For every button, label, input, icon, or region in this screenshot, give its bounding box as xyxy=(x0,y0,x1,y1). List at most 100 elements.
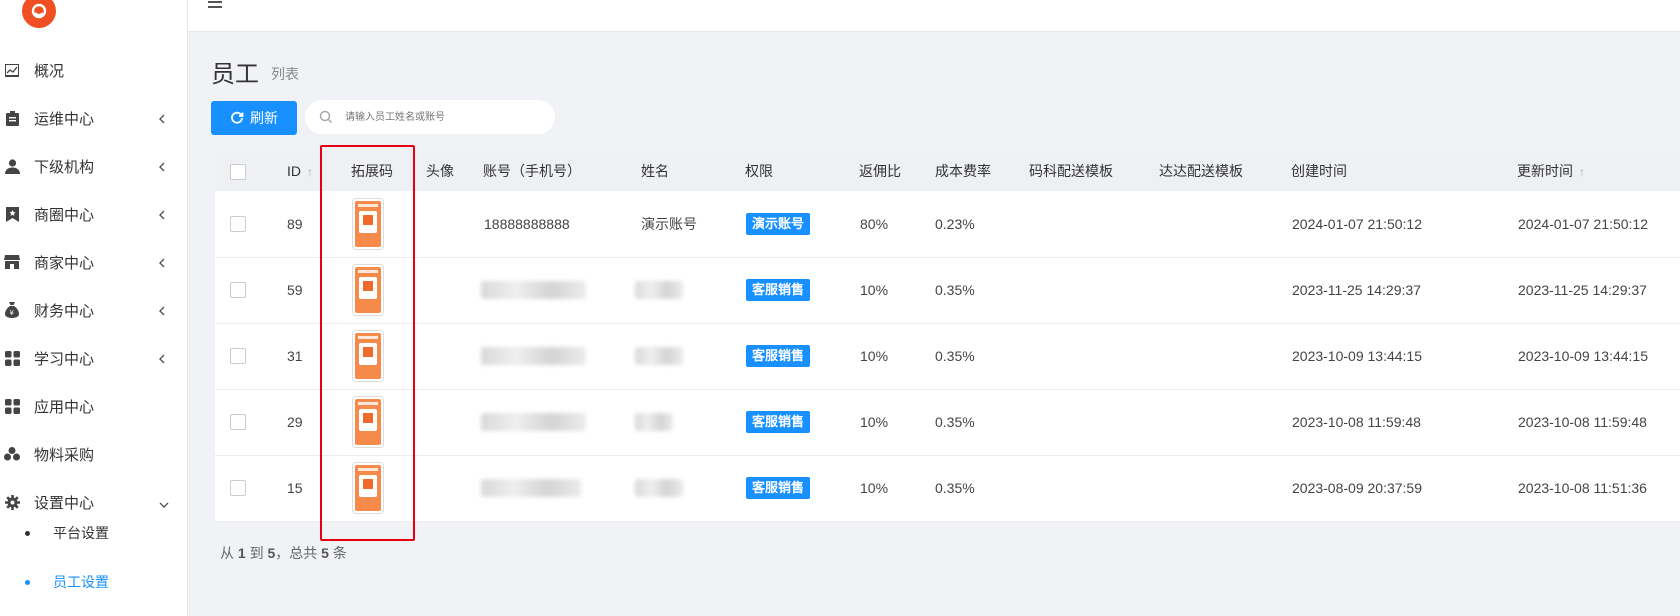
logo[interactable] xyxy=(22,0,56,28)
bullet-dot xyxy=(25,579,30,585)
chevron-left-icon xyxy=(156,112,168,124)
page-subtitle: 列表 xyxy=(271,66,299,82)
clipboard-icon xyxy=(4,110,20,126)
blurred-account xyxy=(481,281,586,299)
blurred-name xyxy=(635,281,683,299)
role-badge: 客服销售 xyxy=(746,411,811,433)
sidebar-item-3[interactable]: 商圈中心 xyxy=(0,194,187,234)
cell-id: 29 xyxy=(287,414,303,430)
sidebar-item-label: 物料采购 xyxy=(34,446,95,464)
sidebar-subitem-0[interactable]: 平台设置 xyxy=(0,515,187,551)
money-bag-icon: ¥ xyxy=(4,302,20,318)
table-header: ID ↑ 拓展码 头像 账号（手机号） 姓名 权限 返佣比 成本费率 码科配送模板… xyxy=(215,151,1680,191)
sidebar-item-7[interactable]: 应用中心 xyxy=(0,386,187,426)
table-row: 59 客服销售 10% 0.35% 2023-11-25 14:29:37 2023-11… xyxy=(215,257,1680,324)
user-icon xyxy=(4,158,20,174)
store-icon xyxy=(4,254,20,270)
blurred-account xyxy=(481,413,586,431)
sidebar-item-label: 概况 xyxy=(34,62,65,80)
header-role: 权限 xyxy=(745,163,773,179)
cell-commission: 80% xyxy=(860,216,889,232)
blurred-name xyxy=(635,479,683,497)
cell-fee-rate: 0.35% xyxy=(935,348,975,364)
table-row: 31 客服销售 10% 0.35% 2023-10-09 13:44:15 2023-10… xyxy=(215,323,1680,390)
sidebar-item-4[interactable]: 商家中心 xyxy=(0,242,187,282)
header-mk-template: 码科配送模板 xyxy=(1029,163,1113,179)
sidebar-item-2[interactable]: 下级机构 xyxy=(0,146,187,186)
chevron-left-icon xyxy=(156,256,168,268)
cell-created: 2023-10-08 11:59:48 xyxy=(1292,414,1421,430)
header-updated[interactable]: 更新时间 ↑ xyxy=(1517,151,1585,191)
cell-created: 2023-10-09 13:44:15 xyxy=(1292,348,1422,364)
sidebar-item-0[interactable]: 概况 xyxy=(0,50,187,90)
cell-id: 59 xyxy=(287,282,303,298)
row-checkbox[interactable] xyxy=(230,282,246,298)
sidebar-item-label: 商家中心 xyxy=(34,254,95,272)
header-dd-template: 达达配送模板 xyxy=(1159,163,1243,179)
sidebar-subitem-1[interactable]: 员工设置 xyxy=(0,564,187,600)
cell-name: 演示账号 xyxy=(641,216,697,232)
table-row: 15 客服销售 10% 0.35% 2023-08-09 20:37:59 2023-10… xyxy=(215,455,1680,522)
cell-fee-rate: 0.35% xyxy=(935,282,975,298)
cell-fee-rate: 0.35% xyxy=(935,480,975,496)
blurred-account xyxy=(481,479,581,497)
highlight-box xyxy=(320,145,415,541)
chevron-left-icon xyxy=(156,304,168,316)
role-badge: 客服销售 xyxy=(746,279,811,301)
cell-commission: 10% xyxy=(860,414,889,430)
role-badge: 演示账号 xyxy=(746,213,811,235)
header-fee-rate: 成本费率 xyxy=(935,163,991,179)
cell-account: 18888888888 xyxy=(484,216,570,232)
refresh-button[interactable]: 刷新 xyxy=(211,101,297,135)
blurred-name xyxy=(635,347,683,365)
menu-toggle-icon[interactable] xyxy=(208,1,222,11)
cell-updated: 2023-10-08 11:51:36 xyxy=(1518,480,1647,496)
header-created: 创建时间 xyxy=(1291,163,1347,179)
sort-arrow-icon[interactable]: ↑ xyxy=(1579,165,1585,179)
select-all-checkbox[interactable] xyxy=(230,164,246,180)
cell-commission: 10% xyxy=(860,480,889,496)
staff-table: ID ↑ 拓展码 头像 账号（手机号） 姓名 权限 返佣比 成本费率 码科配送模板… xyxy=(215,151,1680,522)
chevron-left-icon xyxy=(156,352,168,364)
role-badge: 客服销售 xyxy=(746,477,811,499)
sidebar-item-8[interactable]: 物料采购 xyxy=(0,434,187,474)
cell-created: 2023-08-09 20:37:59 xyxy=(1292,480,1422,496)
cell-updated: 2024-01-07 21:50:12 xyxy=(1518,216,1648,232)
sidebar-subitem-label: 平台设置 xyxy=(53,525,109,541)
row-checkbox[interactable] xyxy=(230,480,246,496)
blurred-name xyxy=(635,413,673,431)
row-checkbox[interactable] xyxy=(230,216,246,232)
header-account: 账号（手机号） xyxy=(483,163,581,179)
header-name: 姓名 xyxy=(641,163,669,179)
sidebar-item-5[interactable]: ¥ 财务中心 xyxy=(0,290,187,330)
apps-icon xyxy=(4,398,20,414)
cell-updated: 2023-10-08 11:59:48 xyxy=(1518,414,1647,430)
cell-fee-rate: 0.23% xyxy=(935,216,975,232)
role-badge: 客服销售 xyxy=(746,345,811,367)
top-bar xyxy=(188,0,1680,32)
sidebar-item-label: 财务中心 xyxy=(34,302,95,320)
chevron-left-icon xyxy=(156,208,168,220)
cell-commission: 10% xyxy=(860,282,889,298)
sidebar-item-6[interactable]: 学习中心 xyxy=(0,338,187,378)
sidebar-item-1[interactable]: 运维中心 xyxy=(0,98,187,138)
cell-fee-rate: 0.35% xyxy=(935,414,975,430)
row-checkbox[interactable] xyxy=(230,414,246,430)
chevron-down-icon xyxy=(158,498,170,510)
header-commission: 返佣比 xyxy=(859,163,901,179)
chart-icon xyxy=(4,62,20,78)
pagination-info: 从 1 到 5，总共 5 条 xyxy=(220,545,347,561)
page-title: 员工 xyxy=(211,61,259,88)
bullet-dot xyxy=(25,530,30,536)
cell-updated: 2023-11-25 14:29:37 xyxy=(1518,282,1647,298)
sort-arrow-icon[interactable]: ↑ xyxy=(307,165,313,179)
sidebar-subitem-label: 员工设置 xyxy=(53,574,109,590)
header-id[interactable]: ID ↑ xyxy=(287,151,313,191)
cell-id: 15 xyxy=(287,480,303,496)
cubes-icon xyxy=(4,446,20,462)
table-row: 29 客服销售 10% 0.35% 2023-10-08 11:59:48 2023-10… xyxy=(215,389,1680,456)
search-box[interactable] xyxy=(305,100,555,134)
cell-created: 2024-01-07 21:50:12 xyxy=(1292,216,1422,232)
search-input[interactable] xyxy=(343,110,547,124)
row-checkbox[interactable] xyxy=(230,348,246,364)
